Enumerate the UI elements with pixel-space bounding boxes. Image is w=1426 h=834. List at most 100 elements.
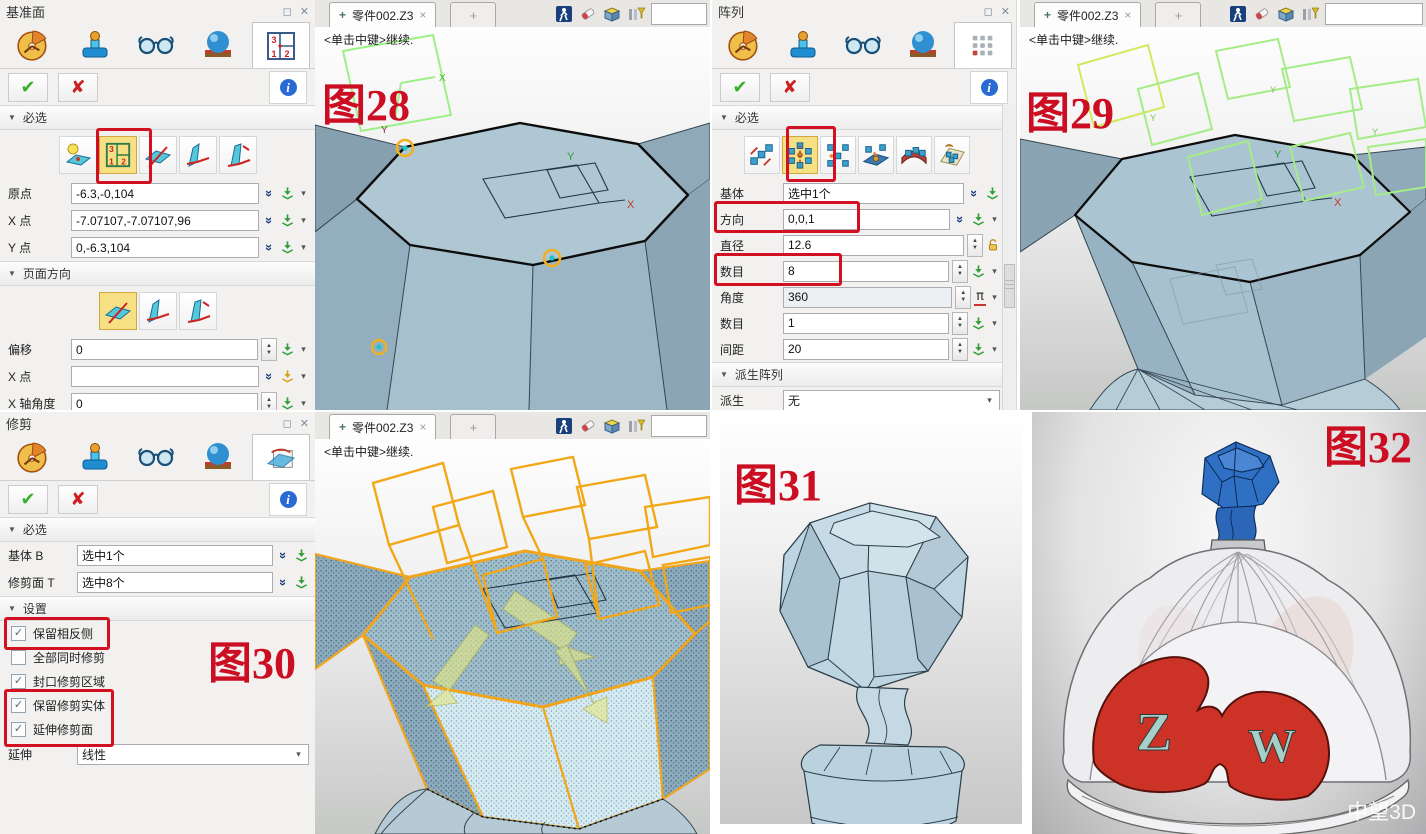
info-button[interactable]: i [269, 71, 307, 104]
xpoint-input[interactable] [71, 210, 259, 231]
dropdown-arrow-icon[interactable]: ▾ [989, 214, 1000, 225]
dropdown-arrow-icon[interactable]: ▾ [298, 344, 309, 355]
base-input[interactable] [783, 183, 964, 204]
section-orientation[interactable]: ▼ 页面方向 [0, 261, 315, 286]
spacing-input[interactable] [783, 339, 949, 360]
model-canvas[interactable]: Y X Y Y Y X [1020, 27, 1426, 410]
history-wheel-icon[interactable] [5, 23, 61, 67]
cancel-button[interactable]: ✘ [58, 485, 98, 514]
pattern-linear-icon[interactable] [744, 136, 780, 174]
pick-entity-icon[interactable] [985, 186, 1000, 201]
spinner[interactable]: ▲▼ [261, 392, 277, 410]
stamp-icon[interactable] [775, 23, 831, 67]
pick-point-icon[interactable] [280, 213, 295, 228]
datum-method-plane-icon[interactable] [139, 136, 177, 174]
tab-part002[interactable]: + 零件002.Z3 × [1034, 2, 1141, 27]
minimize-icon[interactable]: ◻ [283, 417, 292, 430]
tab-part002[interactable]: + 零件002.Z3 × [329, 2, 436, 27]
xangle-input[interactable] [71, 393, 258, 410]
expand-chevron-icon[interactable]: » [276, 575, 291, 590]
section-settings[interactable]: ▼ 设置 [0, 596, 315, 621]
pick-value-icon[interactable] [971, 342, 986, 357]
expand-chevron-icon[interactable]: » [262, 186, 277, 201]
count-input[interactable] [783, 261, 949, 282]
scrollbar-thumb[interactable] [1004, 264, 1015, 308]
filter-icon[interactable] [627, 5, 645, 23]
cancel-button[interactable]: ✘ [58, 73, 98, 102]
eraser-icon[interactable] [579, 5, 597, 23]
datum-method-2planes-icon[interactable] [179, 136, 217, 174]
dropdown-arrow-icon[interactable]: ▾ [298, 188, 309, 199]
datum-method-auto-icon[interactable] [59, 136, 97, 174]
spinner[interactable]: ▲▼ [955, 286, 971, 309]
ypoint-input[interactable] [71, 237, 259, 258]
checkbox-keep-opposite[interactable]: ✓ 保留相反侧 [0, 621, 315, 645]
quick-input-box[interactable] [651, 3, 707, 25]
new-tab-button[interactable]: + [450, 414, 496, 439]
checkbox-icon[interactable]: ✓ [11, 722, 26, 737]
exit-sketch-icon[interactable] [555, 5, 573, 23]
expand-chevron-icon[interactable]: » [262, 213, 277, 228]
direction-input[interactable] [783, 209, 950, 230]
pattern-grid-icon[interactable] [954, 22, 1012, 68]
glasses-icon[interactable] [128, 23, 184, 67]
base-b-input[interactable] [77, 545, 273, 566]
dropdown-arrow-icon[interactable]: ▾ [989, 344, 1000, 355]
datum-method-angle-icon[interactable] [219, 136, 257, 174]
tab-part002[interactable]: + 零件002.Z3 × [329, 414, 436, 439]
pick-point-icon[interactable] [280, 186, 295, 201]
quick-input-box[interactable] [1325, 3, 1423, 25]
tab-close-icon[interactable]: × [419, 420, 426, 434]
render-sphere-icon[interactable] [190, 435, 246, 479]
checkbox-icon[interactable]: ✓ [11, 674, 26, 689]
eraser-icon[interactable] [1253, 5, 1271, 23]
pick-point-icon[interactable] [280, 240, 295, 255]
filter-icon[interactable] [627, 417, 645, 435]
checkbox-icon[interactable]: ✓ [11, 698, 26, 713]
pattern-on-face-icon[interactable] [896, 136, 932, 174]
pattern-fill-icon[interactable] [934, 136, 970, 174]
expand-chevron-icon[interactable]: » [262, 369, 277, 384]
pick-direction-icon[interactable] [971, 212, 986, 227]
expand-chevron-icon[interactable]: » [967, 186, 982, 201]
glasses-icon[interactable] [835, 23, 891, 67]
history-wheel-icon[interactable] [5, 435, 61, 479]
checkbox-cap-region[interactable]: ✓ 封口修剪区域 [0, 669, 315, 693]
dropdown-arrow-icon[interactable]: ▾ [298, 215, 309, 226]
section-derived-pattern[interactable]: ▼ 派生阵列 [712, 362, 1016, 387]
new-tab-button[interactable]: + [450, 2, 496, 27]
pick-entity-icon[interactable] [294, 548, 309, 563]
pick-value-icon[interactable] [280, 342, 295, 357]
eraser-icon[interactable] [579, 417, 597, 435]
count2-input[interactable] [783, 313, 949, 334]
exit-sketch-icon[interactable] [555, 417, 573, 435]
spinner[interactable]: ▲▼ [952, 260, 968, 283]
section-required[interactable]: ▼ 必选 [0, 517, 315, 542]
history-wheel-icon[interactable] [716, 23, 772, 67]
orientation-flip-icon[interactable] [179, 292, 217, 330]
minimize-icon[interactable]: ◻ [984, 5, 993, 18]
spinner[interactable]: ▲▼ [952, 312, 968, 335]
section-required[interactable]: ▼ 必选 [0, 105, 315, 130]
model-canvas[interactable] [315, 439, 710, 834]
minimize-icon[interactable]: ◻ [283, 5, 292, 18]
pick-value-icon[interactable] [280, 396, 295, 410]
tab-close-icon[interactable]: × [1124, 8, 1131, 22]
checkbox-icon[interactable]: ✓ [11, 626, 26, 641]
checkbox-extend-trim-face[interactable]: ✓ 延伸修剪面 [0, 717, 315, 741]
unlock-icon[interactable] [986, 238, 1000, 253]
section-required[interactable]: ▼ 必选 [712, 105, 1016, 130]
expand-chevron-icon[interactable]: » [262, 240, 277, 255]
trim-faces-input[interactable] [77, 572, 273, 593]
checkbox-icon[interactable] [11, 650, 26, 665]
pick-value-icon[interactable] [971, 316, 986, 331]
expand-chevron-icon[interactable]: » [276, 548, 291, 563]
pick-entity-icon[interactable] [294, 575, 309, 590]
render-sphere-icon[interactable] [190, 23, 246, 67]
stamp-icon[interactable] [67, 23, 123, 67]
new-tab-button[interactable]: + [1155, 2, 1201, 27]
close-icon[interactable]: ✕ [300, 5, 309, 18]
dropdown-arrow-icon[interactable]: ▾ [989, 318, 1000, 329]
pattern-circular-icon[interactable] [782, 136, 818, 174]
model-canvas[interactable]: Y X X Y [315, 27, 710, 410]
